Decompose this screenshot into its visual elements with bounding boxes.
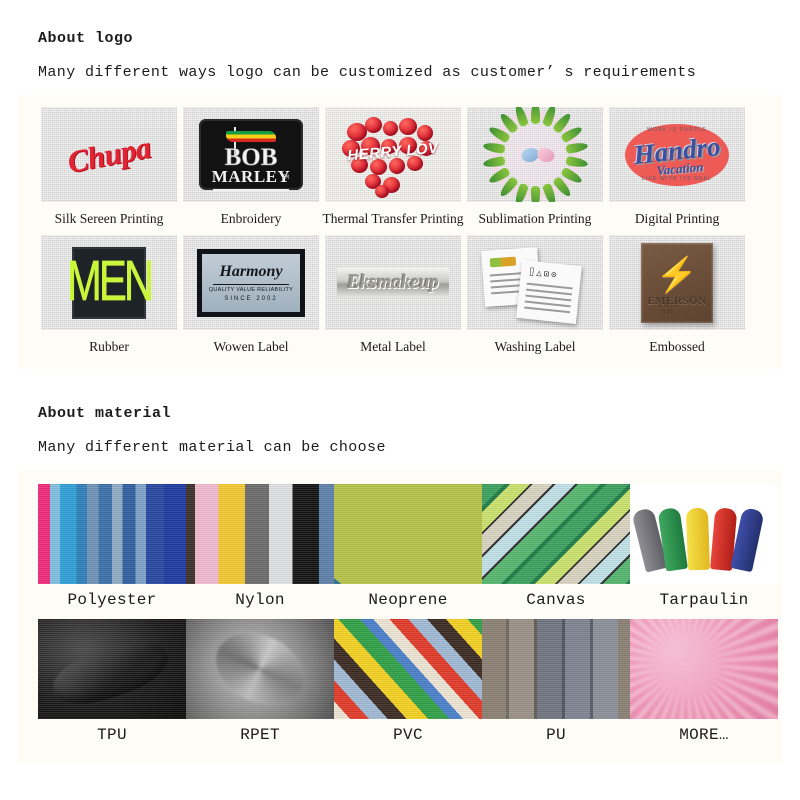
logo-thumb-washing-label: ⌷△⊡⊙ bbox=[467, 235, 603, 330]
brand-mark-icon bbox=[489, 256, 517, 268]
logo-caption: Embossed bbox=[649, 339, 705, 354]
tarpaulin-rolls bbox=[630, 484, 778, 584]
material-item-polyester[interactable]: Polyester bbox=[38, 484, 186, 619]
material-thumb-more bbox=[630, 619, 778, 719]
hook-lightning-icon: ⚡ bbox=[655, 256, 699, 294]
material-item-more[interactable]: MORE… bbox=[630, 619, 778, 754]
harmony-wordmark: Harmony bbox=[219, 262, 283, 280]
logo-thumb-rubber: MEN bbox=[41, 235, 177, 330]
logo-caption: Metal Label bbox=[360, 339, 426, 354]
material-item-nylon[interactable]: Nylon bbox=[186, 484, 334, 619]
logo-item-rubber[interactable]: MEN Rubber bbox=[38, 235, 180, 363]
material-item-tarpaulin[interactable]: Tarpaulin bbox=[630, 484, 778, 619]
material-item-canvas[interactable]: Canvas bbox=[482, 484, 630, 619]
logo-caption: Silk Sereen Printing bbox=[54, 211, 164, 226]
emblem-bottom-arc-text: LIVE WITH ITS REAL bbox=[641, 176, 713, 182]
logo-caption: Washing Label bbox=[494, 339, 576, 354]
logo-thumb-metal-label: Eksmakeup bbox=[325, 235, 461, 330]
logo-caption: Enbroidery bbox=[220, 211, 282, 226]
material-thumb-tpu bbox=[38, 619, 186, 719]
marley-wordmark: MARLEY bbox=[211, 167, 291, 186]
logo-row-1: Chupa Silk Sereen Printing BOB MARLEY TM bbox=[18, 107, 782, 235]
leather-patch: ⚡ EMERSON SINCE 1935 bbox=[641, 242, 713, 323]
underline-rule bbox=[213, 189, 289, 191]
logo-item-washing-label[interactable]: ⌷△⊡⊙ Washing Label bbox=[464, 235, 606, 363]
material-panel: Polyester Nylon Neoprene Canvas Tarpauli… bbox=[18, 470, 782, 764]
berry-heart-graphic: HERRY LOV bbox=[325, 107, 461, 202]
material-caption: MORE… bbox=[679, 726, 729, 744]
logo-thumb-embossed: ⚡ EMERSON SINCE 1935 bbox=[609, 235, 745, 330]
logo-thumb-embroidery: BOB MARLEY TM bbox=[183, 107, 319, 202]
pink-bird-icon bbox=[537, 148, 555, 163]
logo-row-2: MEN Rubber Harmony QUALITY VALUE RELIABI… bbox=[18, 235, 782, 363]
logo-item-silk-screen-printing[interactable]: Chupa Silk Sereen Printing bbox=[38, 107, 180, 235]
logo-item-thermal-transfer-printing[interactable]: HERRY LOV Thermal Transfer Printing bbox=[322, 107, 464, 235]
material-thumb-rpet bbox=[186, 619, 334, 719]
material-item-rpet[interactable]: RPET bbox=[186, 619, 334, 754]
emerson-sub-text: SINCE 1935 bbox=[659, 302, 680, 315]
harmony-tagline: QUALITY VALUE RELIABILITY bbox=[208, 286, 294, 293]
material-caption: Polyester bbox=[67, 591, 157, 609]
care-symbols-icon: ⌷△⊡⊙ bbox=[528, 267, 559, 281]
material-caption: Tarpaulin bbox=[659, 591, 749, 609]
material-caption: Neoprene bbox=[368, 591, 448, 609]
men-wordmark: MEN bbox=[66, 248, 155, 312]
logo-caption: Rubber bbox=[89, 339, 129, 354]
catalog-page: About logo Many different ways logo can … bbox=[0, 0, 800, 800]
harmony-since: SINCE 2002 bbox=[224, 295, 278, 302]
eksmakeup-script: Eksmakeup bbox=[347, 271, 439, 293]
care-label-back: ⌷△⊡⊙ bbox=[516, 260, 582, 324]
material-caption: PU bbox=[546, 726, 566, 744]
material-caption: Canvas bbox=[526, 591, 586, 609]
logo-item-embroidery[interactable]: BOB MARLEY TM Enbroidery bbox=[180, 107, 322, 235]
logo-item-woven-label[interactable]: Harmony QUALITY VALUE RELIABILITY SINCE … bbox=[180, 235, 322, 363]
logo-thumb-thermal-transfer-printing: HERRY LOV bbox=[325, 107, 461, 202]
embroidered-patch: BOB MARLEY TM bbox=[199, 119, 303, 191]
material-thumb-tarpaulin bbox=[630, 484, 778, 584]
logo-thumb-sublimation-printing bbox=[467, 107, 603, 202]
material-thumb-pvc bbox=[334, 619, 482, 719]
logo-caption: Digital Printing bbox=[634, 211, 720, 226]
divider bbox=[212, 283, 290, 285]
material-caption: TPU bbox=[97, 726, 127, 744]
woven-label: Harmony QUALITY VALUE RELIABILITY SINCE … bbox=[197, 248, 305, 317]
logo-thumb-woven-label: Harmony QUALITY VALUE RELIABILITY SINCE … bbox=[183, 235, 319, 330]
logo-item-digital-printing[interactable]: WORK IS PURPLE Handro Vacation LIVE WITH… bbox=[606, 107, 748, 235]
logo-section-subheading: Many different ways logo can be customiz… bbox=[38, 64, 697, 81]
logo-caption: Thermal Transfer Printing bbox=[322, 211, 464, 226]
material-row-1: Polyester Nylon Neoprene Canvas Tarpauli… bbox=[18, 484, 782, 619]
logo-panel: Chupa Silk Sereen Printing BOB MARLEY TM bbox=[18, 95, 782, 369]
logo-thumb-digital-printing: WORK IS PURPLE Handro Vacation LIVE WITH… bbox=[609, 107, 745, 202]
material-thumb-nylon bbox=[186, 484, 334, 584]
logo-item-sublimation-printing[interactable]: Sublimation Printing bbox=[464, 107, 606, 235]
trademark-mark: TM bbox=[281, 174, 289, 181]
material-thumb-canvas bbox=[482, 484, 630, 584]
material-item-tpu[interactable]: TPU bbox=[38, 619, 186, 754]
logo-section-heading: About logo bbox=[38, 30, 134, 47]
material-row-2: TPU RPET PVC PU MORE… bbox=[18, 619, 782, 754]
material-caption: RPET bbox=[240, 726, 280, 744]
logo-item-metal-label[interactable]: Eksmakeup Metal Label bbox=[322, 235, 464, 363]
material-item-pu[interactable]: PU bbox=[482, 619, 630, 754]
rasta-flag-icon bbox=[226, 131, 276, 142]
logo-thumb-silk-screen-printing: Chupa bbox=[41, 107, 177, 202]
logo-item-embossed[interactable]: ⚡ EMERSON SINCE 1935 Embossed bbox=[606, 235, 748, 363]
material-caption: PVC bbox=[393, 726, 423, 744]
material-thumb-neoprene bbox=[334, 484, 482, 584]
logo-caption: Sublimation Printing bbox=[478, 211, 592, 226]
metal-label: Eksmakeup bbox=[337, 267, 449, 298]
material-thumb-pu bbox=[482, 619, 630, 719]
material-item-neoprene[interactable]: Neoprene bbox=[334, 484, 482, 619]
material-section-heading: About material bbox=[38, 405, 172, 422]
material-caption: Nylon bbox=[235, 591, 285, 609]
logo-caption: Wowen Label bbox=[213, 339, 289, 354]
material-item-pvc[interactable]: PVC bbox=[334, 619, 482, 754]
material-thumb-polyester bbox=[38, 484, 186, 584]
emblem-top-arc-text: WORK IS PURPLE bbox=[647, 127, 707, 133]
material-section-subheading: Many different material can be choose bbox=[38, 439, 386, 456]
